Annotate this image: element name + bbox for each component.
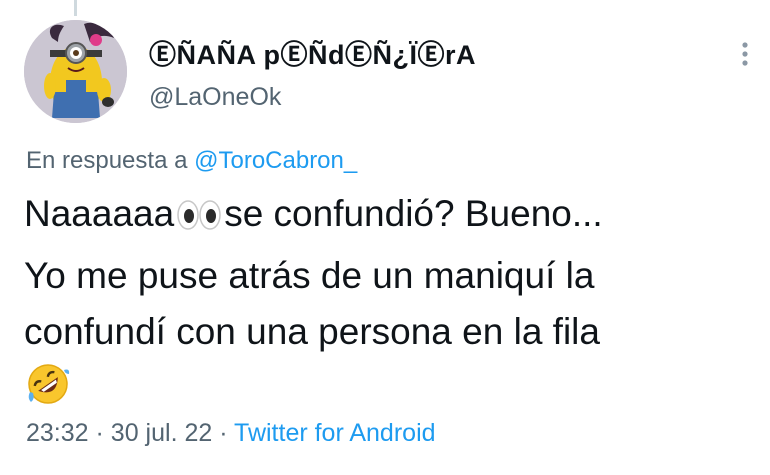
tweet-line-1: Naaaaaa se confundió? Bueno... (24, 186, 754, 248)
author-display-name[interactable]: ⒺÑAÑA pⒺÑdⒺÑ¿ÏⒺrA (149, 33, 476, 72)
tweet-metadata: 23:32 · 30 jul. 22 · Twitter for Android (26, 419, 436, 448)
tweet-line-3: confundí con una persona en la fila (24, 311, 600, 352)
thread-connector-line (74, 0, 77, 16)
tweet-text: Naaaaaa se confundió? Bueno... Yo me pus… (24, 186, 754, 422)
tweet-source-link[interactable]: Twitter for Android (234, 419, 435, 447)
reply-mention-link[interactable]: @ToroCabron_ (194, 147, 357, 174)
tweet-line-1-start: Naaaaaa (24, 193, 175, 234)
reply-context: En respuesta a @ToroCabron_ (26, 147, 357, 175)
reply-prefix: En respuesta a (26, 147, 188, 174)
avatar[interactable] (24, 20, 127, 123)
tweet-line-1-end: se confundió? Bueno... (224, 193, 603, 234)
more-options-button[interactable] (730, 34, 760, 74)
rolling-on-floor-laughing-emoji-icon (26, 362, 70, 422)
tweet-date[interactable]: 30 jul. 22 (111, 419, 212, 447)
minion-avatar-icon (24, 20, 127, 123)
tweet-time[interactable]: 23:32 (26, 419, 89, 447)
meta-separator: · (219, 419, 228, 447)
tweet-line-2: Yo me puse atrás de un maniquí la (24, 255, 595, 296)
more-vertical-icon (742, 42, 748, 66)
author-handle[interactable]: @LaOneOk (149, 83, 281, 112)
eyes-emoji-icon (176, 192, 222, 248)
tweet-line-4 (24, 360, 754, 422)
meta-separator: · (95, 419, 104, 447)
